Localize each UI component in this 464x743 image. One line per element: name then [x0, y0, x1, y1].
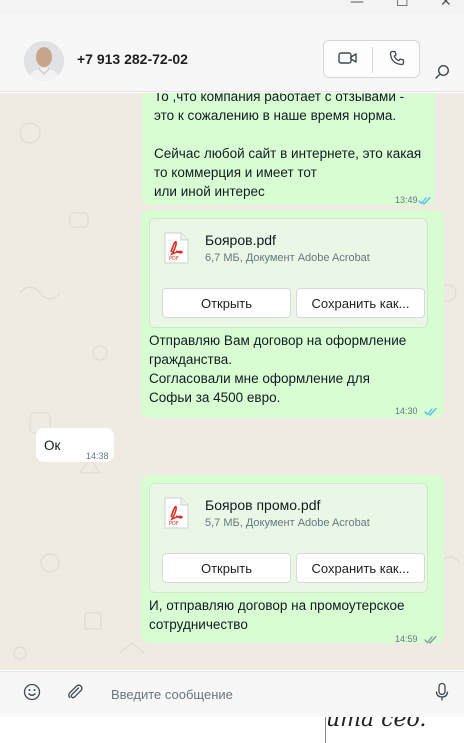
read-ticks-icon: [424, 403, 438, 416]
voice-message-button[interactable]: [431, 682, 453, 707]
maximize-button[interactable]: ☐: [396, 0, 409, 10]
avatar[interactable]: [24, 41, 64, 81]
message-incoming[interactable]: Ок 14:38: [36, 428, 114, 462]
svg-text:PDF: PDF: [169, 521, 179, 527]
message-composer: Введите сообщение: [0, 671, 464, 717]
save-as-button[interactable]: Сохранить как...: [296, 288, 425, 318]
message-outgoing[interactable]: PDF Бояров промо.pdf 5,7 МБ, Документ Ad…: [141, 475, 444, 644]
emoji-icon: [23, 683, 41, 706]
pdf-file-icon: PDF: [163, 232, 189, 264]
voice-call-button[interactable]: [373, 41, 421, 79]
video-camera-icon: [338, 51, 358, 70]
emoji-button[interactable]: [21, 683, 43, 705]
paperclip-icon: [66, 683, 84, 706]
background-window: uma ceo.: [0, 717, 464, 743]
open-file-button[interactable]: Открыть: [162, 553, 291, 583]
message-outgoing[interactable]: PDF Бояров.pdf 6,7 МБ, Документ Adobe Ac…: [141, 210, 444, 418]
chat-header: +7 913 282-72-02: [0, 14, 464, 92]
svg-text:PDF: PDF: [169, 256, 179, 262]
document-attachment[interactable]: PDF Бояров.pdf 6,7 МБ, Документ Adobe Ac…: [149, 218, 428, 328]
message-time: 14:30: [395, 406, 418, 416]
call-buttons-group: [323, 40, 420, 78]
search-button[interactable]: [428, 60, 456, 88]
attach-button[interactable]: [64, 683, 86, 705]
read-ticks-icon: [418, 192, 432, 205]
minimize-button[interactable]: —: [350, 0, 364, 10]
pdf-file-icon: PDF: [163, 497, 189, 529]
save-as-button[interactable]: Сохранить как...: [296, 553, 425, 583]
message-time: 14:38: [86, 451, 109, 461]
background-text: uma ceo.: [326, 717, 427, 732]
file-name: Бояров.pdf: [205, 232, 276, 248]
message-input[interactable]: Введите сообщение: [111, 687, 233, 702]
open-file-button[interactable]: Открыть: [162, 288, 291, 318]
contact-name[interactable]: +7 913 282-72-02: [77, 51, 188, 67]
message-text: Ок: [44, 438, 61, 453]
search-icon: [434, 64, 450, 85]
message-text: То ,что компания работает с отзывами - э…: [154, 93, 422, 199]
message-outgoing[interactable]: То ,что компания работает с отзывами - э…: [142, 93, 435, 205]
microphone-icon: [434, 682, 450, 707]
chat-area[interactable]: То ,что компания работает с отзывами - э…: [0, 93, 464, 670]
delivered-ticks-icon: [424, 631, 438, 644]
message-time: 14:59: [395, 634, 418, 644]
message-time: 13:49: [395, 195, 418, 205]
message-text: Отправляю Вам договор на оформление граж…: [149, 333, 407, 405]
background-window-fragment: uma ceo.: [325, 717, 464, 743]
close-window-button[interactable]: ✕: [440, 0, 452, 10]
file-meta: 6,7 МБ, Документ Adobe Acrobat: [205, 252, 370, 264]
message-text: И, отправляю договор на промоутерское со…: [149, 598, 405, 632]
video-call-button[interactable]: [324, 41, 372, 79]
file-name: Бояров промо.pdf: [205, 497, 321, 513]
file-meta: 5,7 МБ, Документ Adobe Acrobat: [205, 517, 370, 529]
window-titlebar: — ☐ ✕: [0, 0, 464, 14]
document-attachment[interactable]: PDF Бояров промо.pdf 5,7 МБ, Документ Ad…: [149, 483, 428, 593]
phone-icon: [389, 50, 405, 71]
